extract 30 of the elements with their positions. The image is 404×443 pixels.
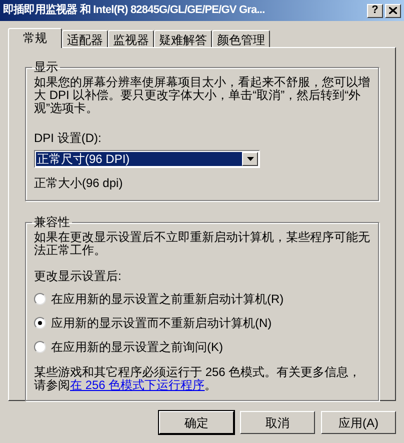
window-title: 即插即用监视器 和 Intel(R) 82845G/GL/GE/PE/GV Gra...: [3, 2, 266, 18]
dpi-label: DPI 设置(D):: [34, 130, 102, 147]
description-text: 如果您的屏幕分辨率使屏幕项目太小，看起来不舒服，您可以增大 DPI 以补偿。要只更改字体大小，单击“取消”，然后转到“外观”选项卡。: [34, 76, 370, 115]
dialog-button[interactable]: 确定: [159, 411, 234, 434]
radio-button[interactable]: [34, 341, 46, 353]
radio-button[interactable]: [34, 293, 46, 305]
help-link[interactable]: 在 256 色模式下运行程序: [70, 378, 205, 392]
close-icon: [389, 7, 397, 14]
description-text: 如果在更改显示设置后不立即重新启动计算机，某些程序可能无法正常工作。: [34, 231, 370, 257]
radio-label[interactable]: 应用新的显示设置而不重新启动计算机(N): [51, 314, 272, 332]
dpi-caption: 正常大小(96 dpi): [34, 175, 124, 192]
dropdown-button[interactable]: [242, 152, 258, 166]
tab[interactable]: 常规: [8, 28, 62, 48]
radio-label[interactable]: 在应用新的显示设置之前重新启动计算机(R): [51, 290, 284, 308]
dialog-button[interactable]: 取消: [240, 411, 315, 434]
radio-button[interactable]: [34, 317, 46, 329]
caret-icon: [246, 157, 254, 161]
radio-label[interactable]: 在应用新的显示设置之前询问(K): [51, 338, 223, 356]
options-label: 更改显示设置后:: [34, 268, 122, 285]
tab[interactable]: 颜色管理: [212, 30, 270, 47]
group-title: 兼容性: [33, 214, 71, 231]
dialog-button[interactable]: 应用(A): [321, 411, 396, 434]
close-button[interactable]: [385, 4, 401, 18]
help-button[interactable]: ?: [367, 4, 383, 18]
dpi-dropdown[interactable]: 正常尺寸(96 DPI): [34, 150, 260, 168]
note-text: 某些游戏和其它程序必须运行于 256 色模式。有关更多信息，请参阅在 256 色模式下运行程序。: [34, 366, 362, 392]
tab[interactable]: 疑难解答: [154, 30, 212, 47]
tab[interactable]: 适配器: [62, 30, 108, 47]
group-title: 显示: [33, 59, 59, 76]
tab[interactable]: 监视器: [108, 30, 154, 47]
